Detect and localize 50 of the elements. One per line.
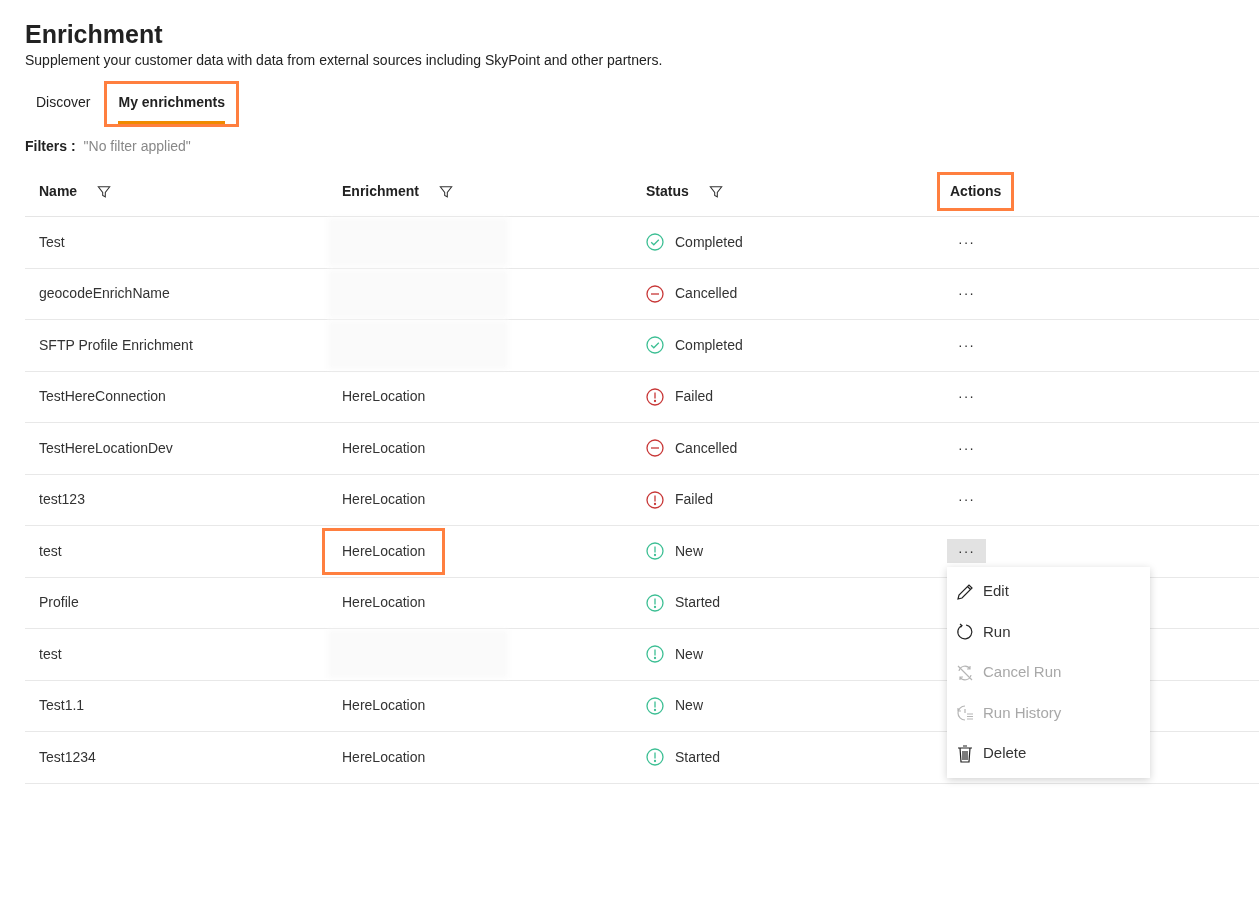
table-cell: Test bbox=[39, 233, 65, 250]
filters-value: "No filter applied" bbox=[83, 137, 191, 156]
page-subtitle: Supplement your customer data with data from external sources including SkyPoint and other partners. bbox=[25, 51, 664, 70]
table-cell: HereLocation bbox=[342, 697, 426, 714]
table-cell: Test1234 bbox=[39, 748, 96, 765]
status-text: New bbox=[675, 541, 703, 561]
status-text: Started bbox=[675, 593, 721, 613]
table-cell: test bbox=[39, 542, 62, 559]
menu-item[interactable]: Delete bbox=[947, 733, 1150, 774]
table-cell: HereLocation bbox=[325, 530, 443, 572]
status-text: New bbox=[675, 696, 703, 716]
table-cell: TestHereLocationDev bbox=[39, 439, 173, 456]
table-cell: Profile bbox=[39, 594, 79, 611]
menu-item[interactable]: Edit bbox=[947, 571, 1150, 612]
status-text: Completed bbox=[675, 335, 743, 355]
table-cell: test bbox=[39, 645, 62, 662]
table-cell: HereLocation bbox=[342, 491, 426, 508]
status-text: Started bbox=[675, 747, 721, 767]
table-cell: geocodeEnrichName bbox=[39, 285, 170, 302]
refresh-icon bbox=[955, 622, 975, 642]
table-cell: SFTP Profile Enrichment bbox=[39, 336, 193, 353]
cancel-sync-icon bbox=[955, 662, 975, 683]
column-header: Actions bbox=[940, 175, 1012, 208]
table-cell: TestHereConnection bbox=[39, 388, 166, 405]
table-cell: test123 bbox=[39, 491, 85, 508]
filter-icon[interactable] bbox=[708, 184, 723, 199]
column-header: Enrichment bbox=[342, 182, 419, 201]
column-header: Status bbox=[646, 182, 689, 201]
table-cell: Test1.1 bbox=[39, 697, 85, 714]
more-actions-button[interactable]: ··· bbox=[947, 539, 986, 564]
table-cell: HereLocation bbox=[342, 748, 426, 765]
status-text: Failed bbox=[675, 387, 714, 407]
filter-icon[interactable] bbox=[439, 184, 453, 199]
table-cell: HereLocation bbox=[342, 594, 426, 611]
tab[interactable]: My enrichments bbox=[118, 84, 226, 124]
menu-item[interactable]: Run bbox=[947, 611, 1150, 653]
table-cell: HereLocation bbox=[342, 439, 426, 456]
table-cell: HereLocation bbox=[342, 388, 426, 405]
status-text: Completed bbox=[675, 232, 743, 252]
filter-icon[interactable] bbox=[97, 184, 112, 199]
status-text: Cancelled bbox=[675, 284, 738, 304]
status-text: Failed bbox=[675, 490, 714, 510]
status-text: Cancelled bbox=[675, 438, 738, 458]
column-header: Name bbox=[39, 182, 78, 201]
status-text: New bbox=[675, 644, 703, 664]
filters-label: Filters : bbox=[25, 137, 76, 156]
history-icon bbox=[955, 703, 975, 723]
trash-icon bbox=[955, 743, 975, 764]
tab[interactable]: Discover bbox=[36, 84, 91, 124]
page-title: Enrichment bbox=[25, 19, 164, 50]
